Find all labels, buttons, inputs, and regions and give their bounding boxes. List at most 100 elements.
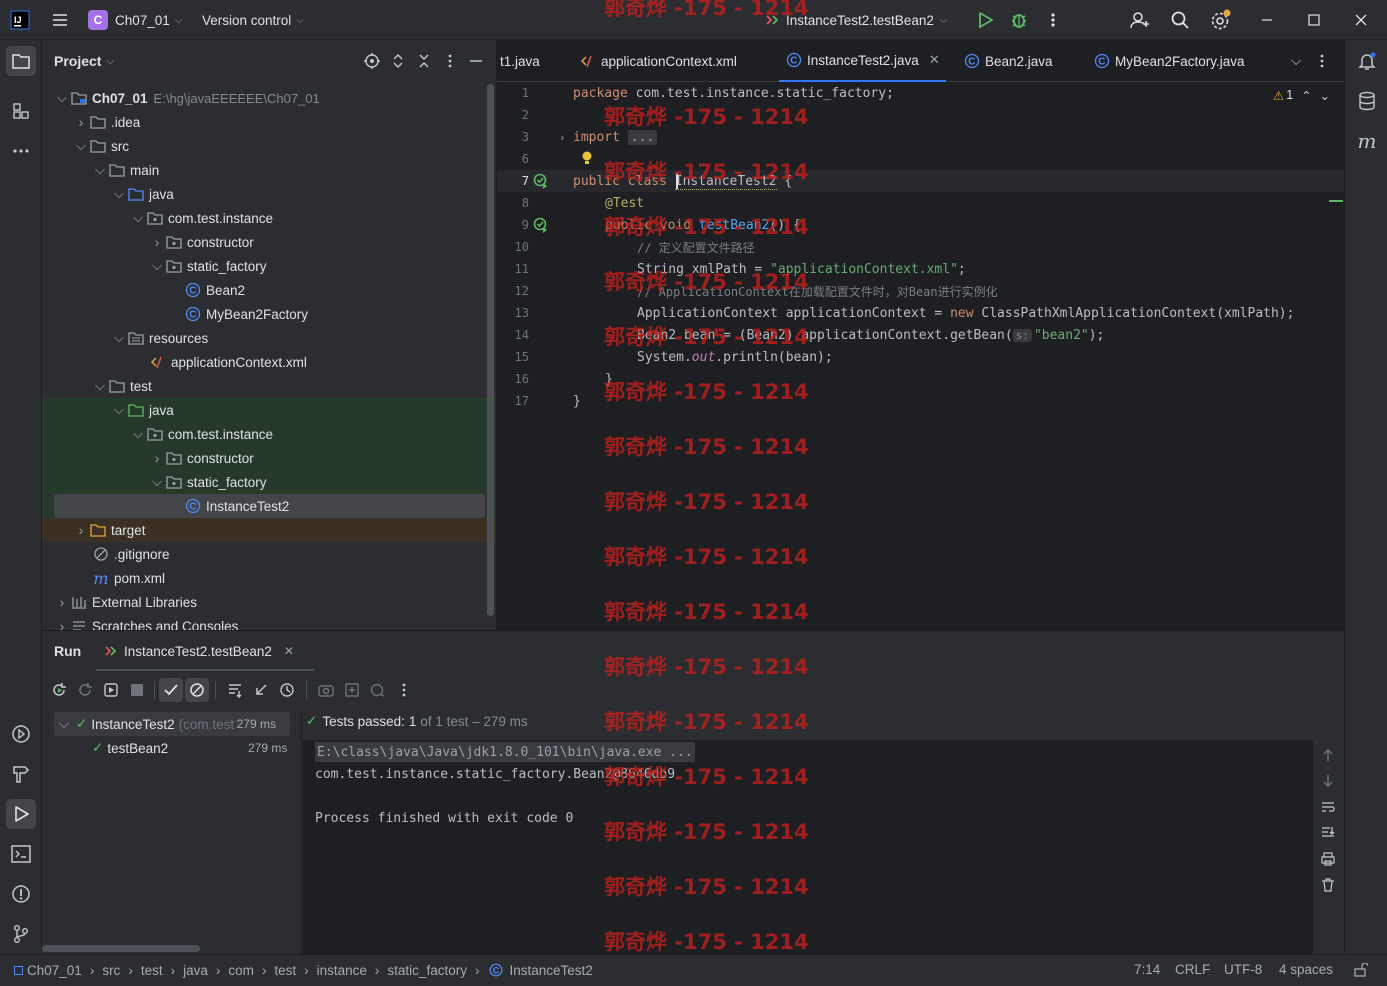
rerun-failed-icon[interactable] [72, 682, 98, 698]
project-switcher[interactable]: C Ch07_01 ⌵ [88, 0, 182, 40]
chevron-right-icon[interactable]: › [54, 614, 70, 631]
more-tools-icon[interactable] [6, 136, 36, 166]
breadcrumb-item[interactable]: com [228, 963, 254, 978]
chevron-down-icon[interactable]: ⌵ [54, 86, 70, 110]
chevron-down-icon[interactable]: ⌵ [111, 398, 127, 422]
project-scrollbar[interactable] [487, 84, 494, 616]
scroll-down-arrow-icon[interactable] [1322, 772, 1334, 790]
import-tests-icon[interactable] [248, 682, 274, 698]
chevron-down-icon[interactable]: ⌵ [130, 206, 146, 230]
code-line[interactable]: 9 public void testBean2() { [497, 214, 1344, 236]
folded-imports[interactable]: ... [627, 129, 658, 145]
tree-item-target[interactable]: › target [42, 518, 496, 542]
lightbulb-icon[interactable] [581, 150, 593, 166]
history-clock-icon[interactable] [274, 682, 300, 698]
chevron-down-icon[interactable]: ⌵ [111, 182, 127, 206]
tab-instancetest2-active[interactable]: C InstanceTest2.java ✕ [779, 40, 946, 82]
expand-all-icon[interactable] [388, 51, 408, 71]
build-tool-icon[interactable] [6, 759, 36, 789]
version-control-menu[interactable]: Version control ⌵ [202, 0, 304, 40]
code-line[interactable]: 11 String xmlPath = "applicationContext.… [497, 258, 1344, 280]
tree-horizontal-scrollbar[interactable] [42, 945, 200, 952]
stop-icon[interactable] [124, 683, 150, 697]
terminal-tool-icon[interactable] [6, 839, 36, 869]
collapse-all-icon[interactable] [414, 51, 434, 71]
tree-item-src[interactable]: ⌵ src [42, 134, 496, 158]
fold-chevron-right-icon[interactable]: › [559, 131, 566, 144]
tree-item-mybean2factory[interactable]: C MyBean2Factory [42, 302, 496, 326]
project-panel-title[interactable]: Project ⌵ [54, 40, 114, 82]
show-passed-checkmark-icon[interactable] [159, 678, 183, 702]
tree-item-appcontext-xml[interactable]: applicationContext.xml [42, 350, 496, 374]
project-tool-icon[interactable] [6, 46, 36, 76]
breadcrumb-item[interactable]: java [183, 963, 208, 978]
more-actions-icon[interactable] [1046, 0, 1060, 40]
code-line[interactable]: 13 ApplicationContext applicationContext… [497, 302, 1344, 324]
console-line-command[interactable]: E:\class\java\Java\jdk1.8.0_101\bin\java… [315, 742, 695, 762]
breadcrumb-item[interactable]: src [102, 963, 120, 978]
more-options-icon[interactable] [391, 682, 417, 698]
tree-item-root[interactable]: ⌵ Ch07_01 E:\hg\javaEEEEEE\Ch07_01 [42, 86, 496, 110]
caret-position[interactable]: 7:14 [1134, 962, 1160, 977]
tree-item-static-factory-test[interactable]: ⌵ static_factory [42, 470, 496, 494]
code-line[interactable]: 1 package com.test.instance.static_facto… [497, 82, 1344, 104]
problems-tool-icon[interactable] [6, 879, 36, 909]
code-line[interactable]: 6 [497, 148, 1344, 170]
tab-application-context-xml[interactable]: applicationContext.xml [579, 40, 737, 82]
code-line[interactable]: 10 // 定义配置文件路径 [497, 236, 1344, 258]
tree-item-constructor-test[interactable]: › constructor [42, 446, 496, 470]
notifications-bell-icon[interactable] [1352, 46, 1382, 76]
scroll-up-arrow-icon[interactable] [1322, 746, 1334, 764]
tab-bean2-java[interactable]: C Bean2.java [963, 40, 1053, 82]
breadcrumb-item[interactable]: static_factory [387, 963, 467, 978]
tree-item-java-main[interactable]: ⌵ java [42, 182, 496, 206]
code-line[interactable]: 3 › import ... [497, 126, 1344, 148]
tree-item-pom[interactable]: m pom.xml [42, 566, 496, 590]
show-ignored-icon[interactable] [185, 678, 209, 702]
maven-tool-icon[interactable]: m [1352, 126, 1382, 156]
tree-item-package[interactable]: ⌵ com.test.instance [42, 206, 496, 230]
code-line-current[interactable]: 7 public class InstanceTest2 { [497, 170, 1344, 192]
tab-t1-java[interactable]: t1.java [500, 40, 540, 82]
export-icon[interactable] [339, 682, 365, 698]
chevron-right-icon[interactable]: › [73, 518, 89, 542]
close-tab-icon[interactable]: ✕ [929, 52, 940, 68]
close-window-button[interactable] [1354, 0, 1368, 40]
chevron-down-icon[interactable]: ⌵ [111, 326, 127, 350]
run-config-selector[interactable]: InstanceTest2.testBean2 ⌵ [764, 0, 947, 40]
test-tree-row-method[interactable]: ✓ testBean2 279 ms [54, 736, 290, 760]
close-tab-icon[interactable]: ✕ [284, 644, 294, 658]
locate-file-icon[interactable] [362, 51, 382, 71]
coverage-icon[interactable] [365, 682, 391, 698]
tree-item-static-factory[interactable]: ⌵ static_factory [42, 254, 496, 278]
breadcrumb-item[interactable]: test [274, 963, 296, 978]
chevron-right-icon[interactable]: › [149, 230, 165, 254]
recent-tabs-chevron-icon[interactable]: ⌵ [1291, 40, 1301, 82]
chevron-right-icon[interactable]: › [54, 590, 70, 614]
toggle-auto-test-icon[interactable] [98, 682, 124, 698]
services-tool-icon[interactable] [6, 719, 36, 749]
rerun-icon[interactable] [46, 682, 72, 698]
chevron-down-icon[interactable]: ⌵ [149, 254, 165, 278]
tree-item-external-libraries[interactable]: › External Libraries [42, 590, 496, 614]
chevron-down-icon[interactable]: ⌵ [92, 158, 108, 182]
code-line[interactable]: 8 @Test [497, 192, 1344, 214]
chevron-right-icon[interactable]: › [149, 446, 165, 470]
code-line[interactable]: 12 // ApplicationContext在加载配置文件时，对Bean进行… [497, 280, 1344, 302]
code-line[interactable]: 16 } [497, 368, 1344, 390]
chevron-right-icon[interactable]: › [73, 110, 89, 134]
breadcrumb-item[interactable]: instance [317, 963, 367, 978]
tree-item-package-test[interactable]: ⌵ com.test.instance [42, 422, 496, 446]
minimize-window-button[interactable] [1260, 0, 1274, 40]
tab-mybean2factory-java[interactable]: C MyBean2Factory.java [1093, 40, 1245, 82]
scroll-to-end-icon[interactable] [1321, 824, 1335, 842]
tab-options-icon[interactable] [1319, 40, 1325, 82]
add-user-icon[interactable] [1130, 0, 1150, 40]
tree-item-gitignore[interactable]: .gitignore [42, 542, 496, 566]
code-line[interactable]: 17 } [497, 390, 1344, 412]
soft-wrap-icon[interactable] [1321, 798, 1335, 816]
main-menu-icon[interactable] [50, 0, 70, 40]
hide-panel-icon[interactable] [466, 51, 486, 71]
breadcrumb-item[interactable]: Ch07_01 [27, 963, 82, 978]
test-tree-row-class[interactable]: ⌵ ✓ InstanceTest2 (com.test 279 ms [54, 712, 290, 736]
